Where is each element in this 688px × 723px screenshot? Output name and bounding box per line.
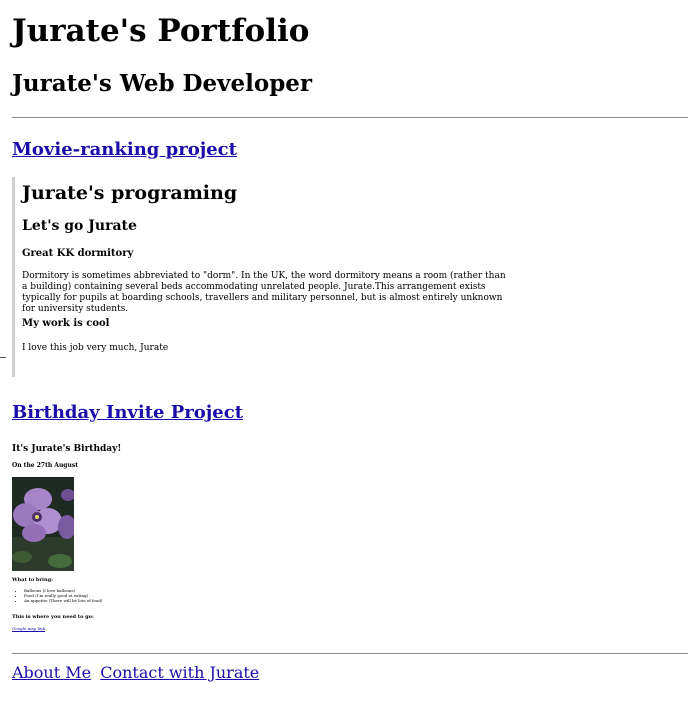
birthday-heading: It's Jurate's Birthday! — [12, 444, 122, 454]
embed-section2-text: I love this job very much, Jurate — [22, 343, 169, 353]
embed-section1-text: Dormitory is sometimes abbreviated to "d… — [22, 271, 506, 314]
where-title: This is where you need to go: — [12, 614, 94, 620]
contact-link[interactable]: Contact with Jurate — [100, 663, 259, 682]
birthday-project-heading: Birthday Invite Project — [12, 402, 243, 423]
page-title: Jurate's Portfolio — [12, 13, 310, 49]
embed-section2-title: My work is cool — [22, 318, 110, 329]
embed-subheading: Let's go Jurate — [22, 218, 137, 234]
birthday-project-link[interactable]: Birthday Invite Project — [12, 402, 243, 423]
movie-project-embed: Jurate's programing Let's go Jurate Grea… — [12, 177, 519, 377]
page-subtitle: Jurate's Web Developer — [12, 70, 313, 97]
page-edge-marker — [0, 357, 6, 358]
birthday-date: On the 27th August — [12, 462, 79, 469]
movie-project-link[interactable]: Movie-ranking project — [12, 139, 237, 160]
map-link[interactable]: Google map link — [12, 626, 45, 631]
movie-project-heading: Movie-ranking project — [12, 139, 237, 160]
embed-heading: Jurate's programing — [22, 182, 238, 204]
embed-section1-title: Great KK dormitory — [22, 248, 134, 259]
about-me-link[interactable]: About Me — [12, 663, 91, 682]
footer-nav: About Me Contact with Jurate — [12, 663, 263, 682]
bring-title: What to bring: — [12, 577, 53, 583]
bring-list: Balloons (I love balloons) Food (I'm rea… — [12, 588, 102, 603]
divider-top — [12, 117, 688, 118]
divider-bottom — [12, 653, 688, 654]
bring-item: An appetite (There will be lots of food) — [24, 598, 102, 603]
flower-image — [12, 477, 74, 571]
